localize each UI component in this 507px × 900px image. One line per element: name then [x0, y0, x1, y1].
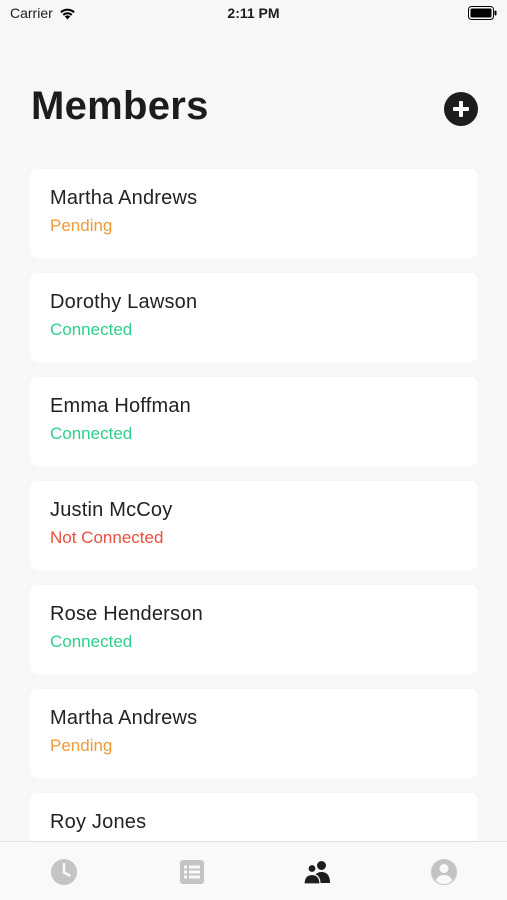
member-card[interactable]: Rose Henderson Connected	[30, 585, 478, 674]
member-card[interactable]: Dorothy Lawson Connected	[30, 273, 478, 362]
member-status: Connected	[50, 320, 133, 339]
tab-profile[interactable]	[429, 857, 459, 887]
member-name: Dorothy Lawson	[50, 291, 198, 313]
members-icon	[303, 861, 330, 885]
member-name: Emma Hoffman	[50, 395, 191, 417]
page-header: Members	[31, 84, 478, 134]
tab-history[interactable]	[49, 857, 79, 887]
member-status: Connected	[50, 424, 133, 443]
member-status: Not Connected	[50, 528, 164, 547]
member-card[interactable]: Justin McCoy Not Connected	[30, 481, 478, 570]
member-status: Pending	[50, 216, 113, 235]
list-icon	[180, 860, 204, 884]
tab-members[interactable]	[302, 857, 332, 887]
member-card[interactable]: Martha Andrews Pending	[30, 689, 478, 778]
profile-icon	[431, 859, 457, 885]
member-name: Rose Henderson	[50, 603, 203, 625]
members-list[interactable]: Martha Andrews Pending Dorothy Lawson Co…	[30, 169, 478, 841]
member-status: Pending	[50, 736, 113, 755]
status-time: 2:11 PM	[227, 5, 280, 21]
battery-icon	[468, 6, 497, 20]
tab-list[interactable]	[177, 857, 207, 887]
add-member-button[interactable]	[444, 92, 478, 126]
clock-icon	[51, 859, 77, 885]
status-bar: Carrier 2:11 PM	[0, 0, 507, 28]
member-name: Roy Jones	[50, 811, 147, 833]
member-name: Justin McCoy	[50, 499, 173, 521]
member-card[interactable]: Roy Jones	[30, 793, 478, 841]
page-title: Members	[31, 84, 209, 128]
member-status: Connected	[50, 632, 133, 651]
member-card[interactable]: Emma Hoffman Connected	[30, 377, 478, 466]
member-name: Martha Andrews	[50, 707, 198, 729]
tab-bar	[0, 841, 507, 900]
member-name: Martha Andrews	[50, 187, 198, 209]
member-card[interactable]: Martha Andrews Pending	[30, 169, 478, 258]
